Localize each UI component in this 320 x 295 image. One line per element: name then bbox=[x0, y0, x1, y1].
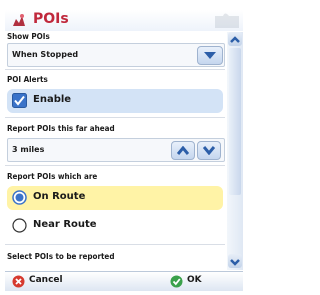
ok-button[interactable]: OK bbox=[167, 273, 227, 289]
radio-unselected-icon bbox=[12, 218, 27, 233]
bottom-toolbar: Cancel OK bbox=[5, 271, 243, 291]
select-pois-label: Select POIs to be reported bbox=[7, 252, 115, 261]
chevron-down-icon bbox=[203, 146, 215, 155]
cancel-button[interactable]: Cancel bbox=[9, 273, 87, 289]
title-bar: POIs bbox=[5, 10, 243, 31]
radio-selected-icon bbox=[12, 190, 27, 205]
divider bbox=[5, 69, 225, 70]
on-route-label: On Route bbox=[33, 191, 86, 202]
divider bbox=[5, 244, 225, 245]
near-route-label: Near Route bbox=[33, 219, 97, 230]
report-ahead-label: Report POIs this far ahead bbox=[7, 124, 115, 133]
scrollbar[interactable] bbox=[227, 32, 243, 270]
distance-increase-button[interactable] bbox=[171, 141, 195, 160]
cancel-label: Cancel bbox=[29, 275, 63, 285]
checkbox-checked-icon bbox=[12, 93, 27, 108]
show-pois-dropdown-button[interactable] bbox=[197, 46, 223, 65]
report-ahead-value: 3 miles bbox=[12, 145, 45, 154]
enable-alerts-checkbox[interactable]: Enable bbox=[7, 89, 223, 113]
chevron-up-icon bbox=[177, 146, 189, 155]
enable-label: Enable bbox=[33, 94, 72, 105]
poi-settings-dialog: POIs Show POIs When Stopped POI Alerts E… bbox=[0, 0, 248, 295]
chevron-down-icon bbox=[230, 259, 240, 266]
scroll-up-button[interactable] bbox=[228, 32, 242, 46]
near-route-radio[interactable]: Near Route bbox=[7, 214, 223, 238]
chevron-down-icon bbox=[204, 52, 216, 59]
report-ahead-spinner[interactable]: 3 miles bbox=[7, 138, 225, 162]
window-title: POIs bbox=[33, 11, 69, 27]
poi-alerts-label: POI Alerts bbox=[7, 75, 48, 84]
divider bbox=[5, 117, 225, 118]
distance-decrease-button[interactable] bbox=[197, 141, 221, 160]
divider bbox=[5, 165, 225, 166]
poi-icon bbox=[13, 14, 25, 26]
ok-label: OK bbox=[187, 275, 202, 285]
cancel-icon bbox=[12, 275, 25, 288]
scroll-thumb[interactable] bbox=[229, 48, 241, 195]
show-pois-label: Show POIs bbox=[7, 32, 50, 41]
report-which-label: Report POIs which are bbox=[7, 172, 98, 181]
show-pois-select[interactable]: When Stopped bbox=[7, 43, 225, 67]
show-pois-value: When Stopped bbox=[12, 50, 79, 59]
scroll-down-button[interactable] bbox=[228, 254, 242, 268]
settings-panel: Show POIs When Stopped POI Alerts Enable… bbox=[5, 32, 225, 270]
ok-check-icon bbox=[170, 275, 183, 288]
on-route-radio[interactable]: On Route bbox=[7, 186, 223, 210]
puzzle-watermark-icon bbox=[215, 13, 239, 28]
chevron-up-icon bbox=[230, 36, 240, 43]
